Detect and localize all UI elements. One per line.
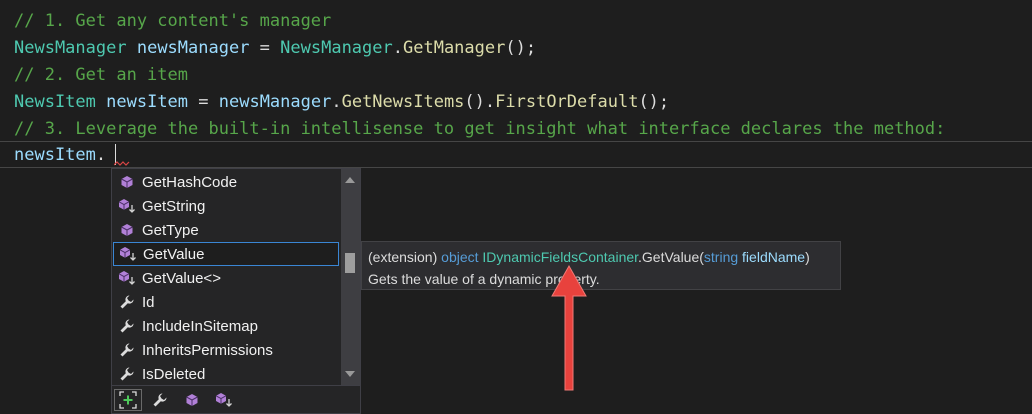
intellisense-completion-list[interactable]: GetHashCode GetString GetType GetValue G…	[111, 168, 361, 414]
scroll-down-icon[interactable]	[345, 371, 355, 377]
operator-token: =	[188, 92, 219, 112]
completion-item-label: GetValue<>	[142, 269, 221, 287]
code-line-comment-1: // 1. Get any content's manager	[14, 11, 332, 31]
completion-item-gethashcode[interactable]: GetHashCode	[113, 170, 339, 194]
tooltip-return-type: object	[441, 249, 479, 265]
code-line-current[interactable]: newsItem.	[14, 142, 106, 168]
expand-filter-button[interactable]	[112, 387, 144, 413]
code-line-get-item: NewsItem newsItem = newsManager.GetNewsI…	[14, 89, 669, 115]
completion-item-gettype[interactable]: GetType	[113, 218, 339, 242]
method-token: GetNewsItems	[341, 92, 465, 112]
method-token: GetManager	[403, 38, 506, 58]
method-icon	[113, 218, 141, 242]
extension-method-icon	[113, 194, 141, 218]
type-token: NewsManager	[14, 38, 127, 58]
dot-token: .	[392, 38, 403, 58]
extension-method-icon	[114, 242, 142, 266]
error-squiggle-icon	[114, 161, 130, 166]
method-filter-icon	[186, 393, 198, 406]
completion-item-label: InheritsPermissions	[142, 341, 273, 359]
method-icon	[113, 170, 141, 194]
variable-token: newsManager	[136, 38, 250, 58]
tooltip-param-name: fieldName	[742, 249, 806, 265]
completion-item-inheritspermissions[interactable]: InheritsPermissions	[113, 338, 339, 362]
scrollbar-thumb[interactable]	[345, 253, 355, 273]
receiver-token: NewsManager	[280, 38, 393, 58]
code-line-get-manager: NewsManager newsManager = NewsManager.Ge…	[14, 35, 536, 61]
completion-item-label: GetString	[142, 197, 206, 215]
property-wrench-icon	[113, 362, 141, 386]
method-token: FirstOrDefault	[495, 92, 639, 112]
annotation-arrow-icon	[551, 264, 587, 391]
scroll-up-icon[interactable]	[345, 177, 355, 183]
variable-token: newsItem	[106, 92, 189, 112]
completion-item-label: IsDeleted	[142, 365, 206, 383]
completion-items: GetHashCode GetString GetType GetValue G…	[112, 169, 341, 385]
tooltip-description: Gets the value of a dynamic property.	[368, 271, 600, 287]
completion-item-label: GetValue	[143, 245, 205, 263]
completion-item-label: GetHashCode	[142, 173, 238, 191]
completion-scrollbar[interactable]	[341, 169, 360, 385]
property-wrench-icon	[113, 314, 141, 338]
tooltip-member: .GetValue(	[638, 249, 704, 265]
quick-info-tooltip: (extension) object IDynamicFieldsContain…	[361, 241, 841, 290]
tooltip-signature: (extension) object IDynamicFieldsContain…	[368, 248, 840, 267]
property-filter-icon	[153, 392, 167, 406]
code-line-comment-2: // 2. Get an item	[14, 65, 188, 85]
completion-item-label: GetType	[142, 221, 199, 239]
extension-method-filter-button[interactable]	[208, 387, 240, 413]
tooltip-close-paren: )	[805, 249, 810, 265]
completion-item-includeinsitemap[interactable]: IncludeInSitemap	[113, 314, 339, 338]
completion-item-id[interactable]: Id	[113, 290, 339, 314]
tooltip-prefix: (extension)	[368, 249, 442, 265]
completion-item-getstring[interactable]: GetString	[113, 194, 339, 218]
tooltip-param-type: string	[703, 249, 739, 265]
type-token: NewsItem	[14, 92, 96, 112]
current-line-highlight	[0, 141, 1032, 168]
punct-token: ().	[464, 92, 496, 112]
extension-method-filter-icon	[215, 392, 232, 407]
punct-token: ();	[505, 38, 537, 58]
dot-token: .	[95, 145, 107, 165]
code-line-comment-3: // 3. Leverage the built-in intellisense…	[14, 119, 946, 139]
completion-item-getvalue[interactable]: GetValue	[113, 242, 339, 266]
expand-filter-icon	[119, 390, 137, 409]
property-wrench-icon	[113, 338, 141, 362]
property-filter-button[interactable]	[144, 387, 176, 413]
punct-token: ();	[638, 92, 670, 112]
completion-item-label: IncludeInSitemap	[142, 317, 258, 335]
completion-item-label: Id	[142, 293, 155, 311]
operator-token: =	[249, 38, 281, 58]
completion-filter-bar	[112, 385, 360, 413]
method-filter-button[interactable]	[176, 387, 208, 413]
completion-item-getvalue-generic[interactable]: GetValue<>	[113, 266, 339, 290]
receiver-token: newsManager	[218, 92, 332, 112]
completion-item-isdeleted[interactable]: IsDeleted	[113, 362, 339, 386]
property-wrench-icon	[113, 290, 141, 314]
dot-token: .	[331, 92, 342, 112]
extension-method-icon	[113, 266, 141, 290]
variable-token: newsItem	[14, 145, 96, 165]
